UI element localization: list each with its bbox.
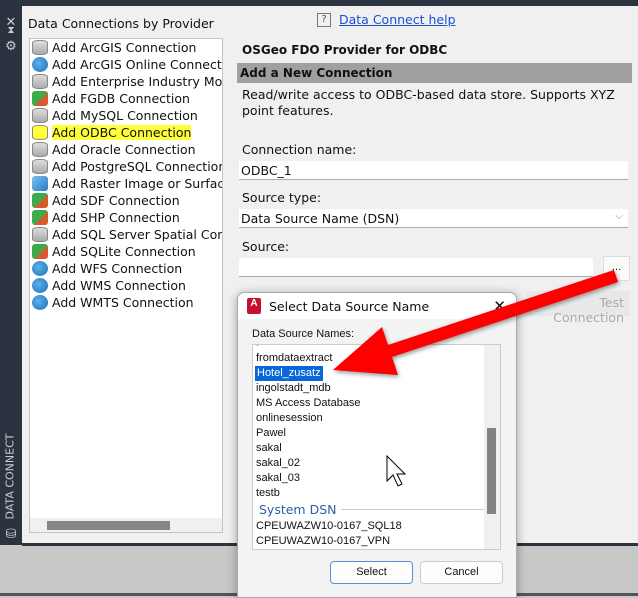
provider-item-label: Add SHP Connection xyxy=(52,210,180,225)
provider-item[interactable]: Add WFS Connection xyxy=(30,260,222,277)
select-button[interactable]: Select xyxy=(330,561,413,584)
provider-item-label: Add WMS Connection xyxy=(52,278,186,293)
dsn-item[interactable]: Pawel xyxy=(256,426,286,441)
dsn-list-label: Data Source Names: xyxy=(252,328,355,340)
provider-grid-icon xyxy=(32,193,48,208)
provider-item[interactable]: Add MySQL Connection xyxy=(30,107,222,124)
provider-item-label: Add PostgreSQL Connection xyxy=(52,159,223,174)
section-header: Add a New Connection xyxy=(237,63,632,83)
provider-item[interactable]: Add SHP Connection xyxy=(30,209,222,226)
browse-button[interactable]: ... xyxy=(603,256,630,281)
provider-db-icon xyxy=(32,74,48,89)
provider-description: Read/write access to ODBC-based data sto… xyxy=(242,87,615,118)
provider-item[interactable]: Add WMTS Connection xyxy=(30,294,222,311)
list-item-partial: . xyxy=(256,345,259,351)
chevron-down-icon: ⌵ xyxy=(615,211,623,222)
provider-item-label: Add SQL Server Spatial Connecti xyxy=(52,227,222,242)
dsn-item[interactable]: testb xyxy=(256,486,280,501)
provider-item[interactable]: Add SDF Connection xyxy=(30,192,222,209)
database-icon: ⛁ xyxy=(5,527,17,542)
provider-db-icon xyxy=(32,227,48,242)
scrollbar-thumb[interactable] xyxy=(47,521,170,530)
provider-db-icon xyxy=(32,159,48,174)
provider-item-label: Add ArcGIS Connection xyxy=(52,40,197,55)
provider-item[interactable]: Add SQL Server Spatial Connecti xyxy=(30,226,222,243)
connection-name-input[interactable]: ODBC_1 xyxy=(239,161,628,180)
provider-item-label: Add ArcGIS Online Connection xyxy=(52,57,223,72)
source-label: Source: xyxy=(242,239,290,254)
dialog-title: Select Data Source Name xyxy=(269,298,430,314)
provider-db-icon xyxy=(32,125,48,140)
dsn-item[interactable]: CPEUWAZW10-0167_VPN xyxy=(256,534,390,549)
provider-globe-icon xyxy=(32,295,48,310)
test-connection-button[interactable]: Test Connection xyxy=(526,291,630,325)
horizontal-scrollbar[interactable] xyxy=(30,518,222,532)
dsn-item[interactable]: CPEUWAZW10-0167_SQL18 xyxy=(256,519,402,534)
palette-title: DATA CONNECT xyxy=(3,433,17,520)
provider-item[interactable]: Add ODBC Connection xyxy=(30,124,222,141)
dialog-titlebar: A Select Data Source Name ✕ xyxy=(238,293,516,319)
provider-grid-icon xyxy=(32,210,48,225)
provider-item-label: Add Oracle Connection xyxy=(52,142,196,157)
provider-db-icon xyxy=(32,40,48,55)
source-type-label: Source type: xyxy=(242,190,322,205)
data-connect-help-link[interactable]: Data Connect help xyxy=(339,12,456,27)
dsn-list[interactable]: . fromdataextractHotel_zusatzingolstadt_… xyxy=(252,344,501,550)
dsn-item[interactable]: ingolstadt_mdb xyxy=(256,381,331,396)
vertical-scrollbar[interactable] xyxy=(484,345,500,549)
provider-item-label: Add FGDB Connection xyxy=(52,91,190,106)
dsn-item[interactable]: sakal_03 xyxy=(256,471,300,486)
autocad-logo-icon: A xyxy=(247,298,261,314)
provider-list[interactable]: Add ArcGIS Connection Add ArcGIS Online C… xyxy=(29,38,223,533)
palette-sidebar: ✕ ⧗ ⚙ DATA CONNECT ⛁ xyxy=(0,0,22,545)
provider-item-label: Add SDF Connection xyxy=(52,193,180,208)
dsn-item[interactable]: fromdataextract xyxy=(256,351,332,366)
provider-item-label: Add MySQL Connection xyxy=(52,108,198,123)
source-type-value: Data Source Name (DSN) xyxy=(241,211,400,226)
provider-item-label: Add ODBC Connection xyxy=(52,125,192,140)
provider-db-icon xyxy=(32,142,48,157)
system-dsn-group: System DSN xyxy=(259,502,484,517)
dsn-item[interactable]: Hotel_zusatz xyxy=(255,366,323,381)
provider-item-label: Add WMTS Connection xyxy=(52,295,194,310)
provider-item[interactable]: Add FGDB Connection xyxy=(30,90,222,107)
provider-img-icon xyxy=(32,176,48,191)
provider-grid-icon xyxy=(32,244,48,259)
help-link-row: ? Data Connect help xyxy=(317,12,456,27)
providers-heading: Data Connections by Provider xyxy=(28,16,214,31)
provider-item-label: Add Raster Image or Surface Cor xyxy=(52,176,222,191)
dsn-item[interactable]: sakal_02 xyxy=(256,456,300,471)
mouse-cursor-icon xyxy=(386,455,407,487)
dsn-item[interactable]: onlinesession xyxy=(256,411,323,426)
source-input[interactable] xyxy=(239,258,593,277)
provider-globe-icon xyxy=(32,261,48,276)
provider-globe-icon xyxy=(32,278,48,293)
provider-item[interactable]: Add Oracle Connection xyxy=(30,141,222,158)
provider-item-label: Add Enterprise Industry Model C xyxy=(52,74,223,89)
provider-item[interactable]: Add SQLite Connection xyxy=(30,243,222,260)
provider-item[interactable]: Add WMS Connection xyxy=(30,277,222,294)
provider-globe-icon xyxy=(32,57,48,72)
source-type-select[interactable]: Data Source Name (DSN) ⌵ xyxy=(239,209,628,228)
provider-item[interactable]: Add ArcGIS Connection xyxy=(30,39,222,56)
gear-icon[interactable]: ⚙ xyxy=(4,40,18,54)
provider-item[interactable]: Add Enterprise Industry Model C xyxy=(30,73,222,90)
close-icon[interactable]: ✕ xyxy=(493,297,506,315)
provider-item[interactable]: Add Raster Image or Surface Cor xyxy=(30,175,222,192)
dsn-item[interactable]: sakal xyxy=(256,441,282,456)
provider-item-label: Add WFS Connection xyxy=(52,261,183,276)
provider-db-icon xyxy=(32,108,48,123)
connection-name-label: Connection name: xyxy=(242,142,357,157)
select-dsn-dialog: A Select Data Source Name ✕ Data Source … xyxy=(237,292,517,598)
dsn-item[interactable]: MS Access Database xyxy=(256,396,361,411)
help-icon: ? xyxy=(317,12,331,27)
provider-title: OSGeo FDO Provider for ODBC xyxy=(242,43,448,57)
scrollbar-thumb[interactable] xyxy=(487,428,496,514)
provider-item[interactable]: Add ArcGIS Online Connection xyxy=(30,56,222,73)
provider-item[interactable]: Add PostgreSQL Connection xyxy=(30,158,222,175)
pin-icon[interactable]: ⧗ xyxy=(4,24,18,38)
cancel-button[interactable]: Cancel xyxy=(420,561,503,584)
provider-item-label: Add SQLite Connection xyxy=(52,244,196,259)
provider-grid-icon xyxy=(32,91,48,106)
